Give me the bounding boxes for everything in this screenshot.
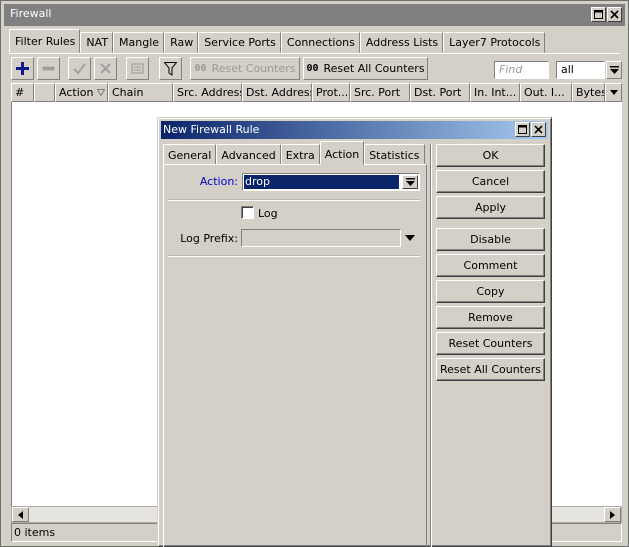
remove-button[interactable]: [37, 57, 60, 80]
column-protocol[interactable]: Prot...: [312, 83, 350, 102]
scroll-left-icon[interactable]: [12, 507, 29, 522]
tab-extra[interactable]: Extra: [280, 144, 320, 165]
disable-button[interactable]: [94, 57, 117, 80]
column-dst-port[interactable]: Dst. Port: [410, 83, 470, 102]
enable-button[interactable]: [68, 57, 91, 80]
minus-icon: [42, 66, 55, 71]
action-dropdown-icon[interactable]: [402, 175, 418, 189]
cancel-button[interactable]: Cancel: [436, 170, 545, 193]
tab-address-lists[interactable]: Address Lists: [359, 32, 444, 53]
dialog-titlebar[interactable]: New Firewall Rule: [161, 121, 548, 139]
log-prefix-label: Log Prefix:: [180, 232, 238, 245]
copy-button[interactable]: Copy: [436, 280, 545, 303]
scope-dropdown-icon[interactable]: [606, 61, 622, 79]
new-firewall-rule-dialog: New Firewall Rule General Advanced Extra…: [157, 117, 552, 547]
column-bytes[interactable]: Bytes: [572, 83, 605, 102]
column-src-port[interactable]: Src. Port: [350, 83, 410, 102]
add-button[interactable]: [11, 57, 34, 80]
tab-action[interactable]: Action: [319, 141, 365, 165]
reset-counters-button[interactable]: 00 Reset Counters: [190, 57, 300, 80]
funnel-icon: [164, 61, 177, 76]
tab-connections[interactable]: Connections: [280, 32, 360, 53]
comment-button[interactable]: [126, 57, 149, 80]
action-label: Action:: [199, 175, 238, 188]
column-number[interactable]: #: [11, 83, 34, 102]
counter-icon: 00: [194, 63, 207, 74]
dialog-splitter: [430, 144, 432, 547]
reset-all-counters-button[interactable]: 00 Reset All Counters: [303, 57, 428, 80]
tab-service-ports[interactable]: Service Ports: [198, 32, 281, 53]
column-out-interface[interactable]: Out. I...: [520, 83, 572, 102]
log-prefix-input[interactable]: [241, 229, 401, 247]
dialog-restore-icon[interactable]: [515, 122, 530, 137]
action-select[interactable]: drop: [242, 173, 420, 191]
dialog-close-icon[interactable]: [531, 122, 546, 137]
window-title: Firewall: [10, 7, 52, 20]
toolbar: 00 Reset Counters 00 Reset All Counters …: [9, 57, 622, 81]
firewall-tabs: Filter Rules NAT Mangle Raw Service Port…: [9, 29, 546, 53]
column-chain[interactable]: Chain: [108, 83, 173, 102]
sort-icon: [97, 89, 105, 96]
x-icon: [100, 63, 111, 74]
tab-nat[interactable]: NAT: [80, 32, 114, 53]
ok-button[interactable]: OK: [436, 144, 545, 167]
tab-general[interactable]: General: [163, 144, 217, 165]
log-checkbox[interactable]: [241, 206, 254, 219]
columns-menu-icon[interactable]: [605, 83, 622, 102]
close-icon[interactable]: [607, 7, 622, 22]
column-src-address[interactable]: Src. Address: [173, 83, 242, 102]
tab-layer7-protocols[interactable]: Layer7 Protocols: [443, 32, 546, 53]
tab-filter-rules[interactable]: Filter Rules: [9, 29, 81, 53]
scroll-right-icon[interactable]: [604, 507, 621, 522]
filter-button[interactable]: [159, 57, 182, 80]
scope-select[interactable]: all: [556, 61, 605, 79]
remove-rule-button[interactable]: Remove: [436, 306, 545, 329]
window-titlebar[interactable]: Firewall: [4, 4, 625, 26]
log-label: Log: [258, 207, 278, 220]
dialog-reset-all-counters-button[interactable]: Reset All Counters: [436, 358, 545, 381]
comment-rule-button[interactable]: Comment: [436, 254, 545, 277]
column-action[interactable]: Action: [55, 83, 108, 102]
tab-raw[interactable]: Raw: [164, 32, 199, 53]
tab-advanced[interactable]: Advanced: [216, 144, 281, 165]
dialog-reset-counters-button[interactable]: Reset Counters: [436, 332, 545, 355]
dialog-title: New Firewall Rule: [163, 123, 260, 136]
section-divider: [168, 199, 420, 201]
check-icon: [73, 63, 86, 75]
column-in-interface[interactable]: In. Int...: [470, 83, 520, 102]
rules-table-header: # Action Chain Src. Address Dst. Address…: [11, 83, 622, 102]
note-icon: [131, 63, 144, 74]
reset-all-counters-label: Reset All Counters: [323, 62, 425, 75]
column-dst-address[interactable]: Dst. Address: [242, 83, 312, 102]
action-tab-panel: Action: drop Log Log Prefix:: [163, 164, 427, 547]
restore-icon[interactable]: [591, 7, 606, 22]
tab-statistics[interactable]: Statistics: [364, 144, 425, 165]
column-action-label: Action: [59, 86, 94, 99]
reset-counters-label: Reset Counters: [211, 62, 296, 75]
dialog-tabs: General Advanced Extra Action Statistics: [163, 141, 425, 165]
section-divider: [168, 255, 420, 257]
column-flags[interactable]: [34, 83, 55, 102]
log-prefix-dropdown-icon[interactable]: [405, 235, 415, 241]
disable-rule-button[interactable]: Disable: [436, 228, 545, 251]
tab-mangle[interactable]: Mangle: [113, 32, 165, 53]
action-value: drop: [244, 175, 399, 189]
apply-button[interactable]: Apply: [436, 196, 545, 219]
plus-icon: [16, 62, 29, 75]
item-count: 0 items: [14, 526, 56, 539]
counter-icon: 00: [306, 63, 319, 74]
tabs-divider: [9, 53, 620, 54]
find-input[interactable]: Find: [494, 61, 549, 79]
